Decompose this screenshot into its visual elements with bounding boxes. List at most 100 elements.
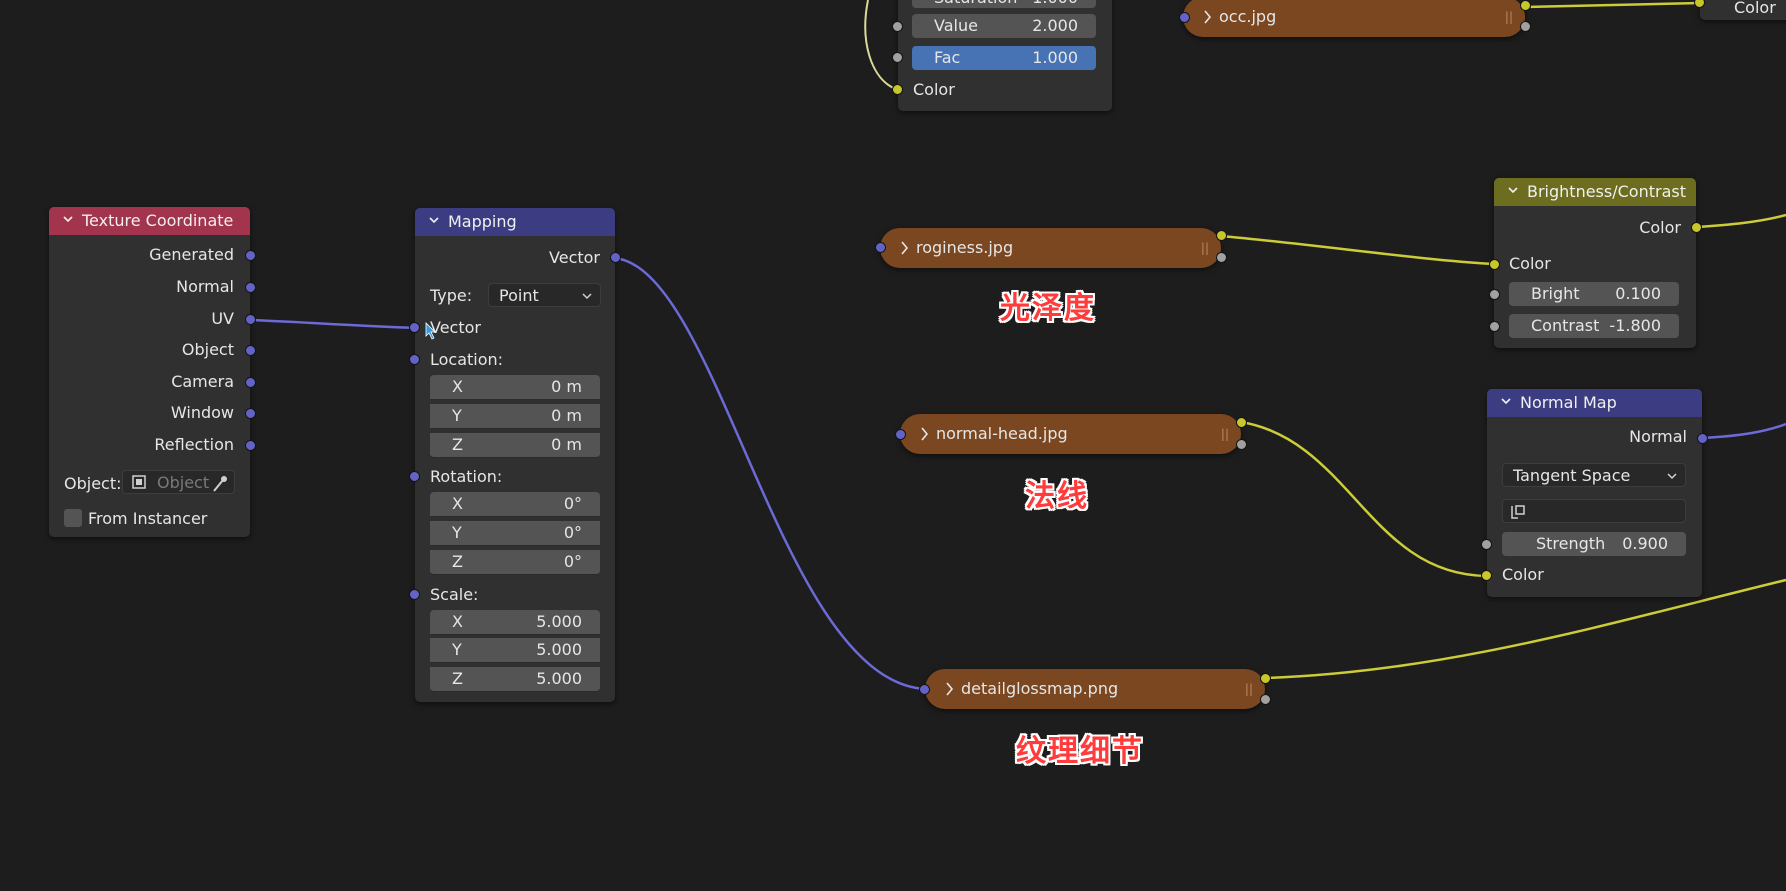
socket-normal-alpha[interactable]: [1236, 439, 1247, 450]
brightness-contrast-header[interactable]: Brightness/Contrast: [1494, 178, 1696, 206]
socket-normal-color[interactable]: [1236, 417, 1247, 428]
mapping-header[interactable]: Mapping: [415, 208, 615, 236]
nm-input-color: Color: [1502, 565, 1544, 584]
socket-bc-out[interactable]: [1691, 222, 1702, 233]
type-value: Point: [499, 286, 539, 305]
scale-x[interactable]: X 5.000: [430, 610, 600, 635]
top-right-color-label: Color: [1734, 0, 1776, 17]
location-z[interactable]: Z0 m: [430, 433, 600, 458]
fac-field[interactable]: Fac 1.000: [912, 46, 1096, 70]
socket-strength-in[interactable]: [1481, 539, 1492, 550]
grip-icon: ||: [1244, 682, 1253, 696]
grip-icon: ||: [1504, 10, 1513, 24]
socket-object[interactable]: [245, 345, 256, 356]
socket-value-in[interactable]: [892, 21, 903, 32]
image-node-occ[interactable]: occ.jpg ||: [1183, 0, 1525, 37]
chevron-down-icon: [1667, 464, 1677, 495]
mouse-cursor-icon: [425, 322, 436, 340]
rotation-x[interactable]: X 0°: [430, 492, 600, 517]
socket-location-in[interactable]: [409, 354, 420, 365]
output-camera: Camera: [171, 372, 234, 391]
output-normal: Normal: [176, 277, 234, 296]
socket-scale-in[interactable]: [409, 589, 420, 600]
socket-reflection[interactable]: [245, 440, 256, 451]
value-field[interactable]: Value 2.000: [912, 14, 1096, 38]
socket-fac-in[interactable]: [892, 52, 903, 63]
texture-coordinate-node[interactable]: Texture Coordinate Generated Normal UV O…: [49, 207, 250, 537]
from-instancer-checkbox[interactable]: [64, 509, 82, 527]
object-icon: [131, 471, 147, 502]
socket-occ-color[interactable]: [1520, 0, 1531, 11]
brightness-contrast-node[interactable]: Brightness/Contrast Color Color Bright 0…: [1494, 178, 1696, 348]
socket-color-in[interactable]: [892, 84, 903, 95]
top-right-node[interactable]: Color: [1700, 0, 1786, 20]
chevron-down-icon: [63, 205, 73, 223]
rotation-y[interactable]: Y 0°: [430, 521, 600, 546]
socket-detail-color[interactable]: [1260, 673, 1271, 684]
chevron-right-icon: [945, 669, 955, 724]
chevron-right-icon: [920, 414, 930, 469]
socket-bc-color-in[interactable]: [1489, 259, 1500, 270]
mapping-node[interactable]: Mapping Vector Type: Point Vector Locati…: [415, 208, 615, 702]
socket-mapping-out[interactable]: [610, 252, 621, 263]
grip-icon: ||: [1220, 427, 1229, 441]
normal-map-header[interactable]: Normal Map: [1487, 389, 1702, 417]
socket-normal[interactable]: [245, 282, 256, 293]
image-name: detailglossmap.png: [961, 679, 1119, 698]
socket-nm-out[interactable]: [1697, 433, 1708, 444]
image-node-detail[interactable]: detailglossmap.png ||: [925, 669, 1265, 709]
chevron-down-icon: [1508, 176, 1518, 194]
socket-roughness-color[interactable]: [1216, 230, 1227, 241]
socket-occ-alpha[interactable]: [1520, 21, 1531, 32]
socket-detail-vector[interactable]: [919, 684, 930, 695]
contrast-field[interactable]: Contrast -1.800: [1509, 314, 1679, 338]
socket-rotation-in[interactable]: [409, 471, 420, 482]
socket-normal-vector[interactable]: [895, 429, 906, 440]
normal-map-node[interactable]: Normal Map Normal Tangent Space Strength…: [1487, 389, 1702, 597]
socket-occ-vector[interactable]: [1179, 12, 1190, 23]
output-window: Window: [170, 403, 234, 422]
image-node-roughness[interactable]: roginess.jpg ||: [880, 228, 1221, 268]
scale-y[interactable]: Y 5.000: [430, 638, 600, 663]
bright-field[interactable]: Bright 0.100: [1509, 282, 1679, 306]
socket-bright-in[interactable]: [1489, 289, 1500, 300]
socket-generated[interactable]: [245, 250, 256, 261]
strength-field[interactable]: Strength 0.900: [1502, 532, 1686, 556]
location-y[interactable]: Y0 m: [430, 404, 600, 429]
eyedropper-icon[interactable]: [212, 471, 228, 502]
socket-roughness-vector[interactable]: [875, 242, 886, 253]
socket-detail-alpha[interactable]: [1260, 694, 1271, 705]
socket-camera[interactable]: [245, 377, 256, 388]
top-mix-node[interactable]: Saturation 1.000 Value 2.000 Fac 1.000 C…: [898, 0, 1112, 111]
bc-input-color: Color: [1509, 254, 1551, 273]
socket-contrast-in[interactable]: [1489, 321, 1500, 332]
socket-window[interactable]: [245, 408, 256, 419]
image-node-normal[interactable]: normal-head.jpg ||: [900, 414, 1241, 454]
link-top-color: [864, 0, 899, 91]
uv-map-picker[interactable]: [1502, 499, 1686, 523]
chevron-down-icon: [1501, 387, 1511, 405]
grip-icon: ||: [1200, 241, 1209, 255]
top-color-label: Color: [913, 80, 955, 99]
output-generated: Generated: [149, 245, 234, 264]
node-title: Mapping: [448, 212, 517, 231]
rotation-z[interactable]: Z 0°: [430, 550, 600, 575]
space-dropdown[interactable]: Tangent Space: [1502, 463, 1686, 487]
texture-coordinate-header[interactable]: Texture Coordinate: [49, 207, 250, 235]
output-reflection: Reflection: [154, 435, 234, 454]
scale-z[interactable]: Z 5.000: [430, 667, 600, 692]
saturation-field[interactable]: Saturation 1.000: [912, 0, 1096, 8]
socket-uv[interactable]: [245, 314, 256, 325]
type-dropdown[interactable]: Point: [488, 283, 601, 307]
socket-nm-color-in[interactable]: [1481, 570, 1492, 581]
socket-mapping-vector-in[interactable]: [409, 322, 420, 333]
node-title: Texture Coordinate: [82, 211, 234, 230]
object-picker[interactable]: Object: [122, 470, 235, 494]
mapping-input-vector: Vector: [430, 318, 481, 337]
link-normal-to-normalmap: [1240, 420, 1488, 578]
link-roughness-to-brightness: [1220, 234, 1495, 266]
output-object: Object: [181, 340, 234, 359]
location-x[interactable]: X0 m: [430, 375, 600, 400]
link-brightness-out: [1695, 213, 1786, 229]
socket-roughness-alpha[interactable]: [1216, 252, 1227, 263]
